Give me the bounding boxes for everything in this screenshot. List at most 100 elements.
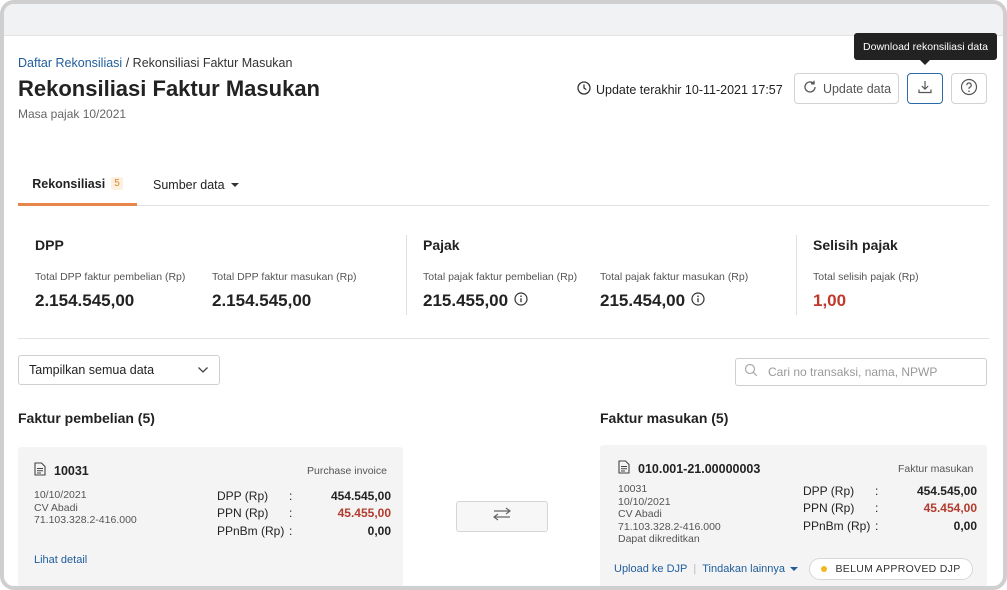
amount-label: PPnBm (Rp) (803, 518, 871, 533)
invoice-company: CV Abadi (34, 501, 78, 514)
upload-djp-link[interactable]: Upload ke DJP (614, 563, 687, 575)
invoice-company: CV Abadi (618, 508, 662, 521)
amount-colon: : (289, 506, 293, 521)
invoice-npwp: 71.103.328.2-416.000 (34, 514, 137, 527)
amount-value: 0,00 (367, 523, 391, 538)
last-update: Update terakhir 10-11-2021 17:57 (577, 81, 783, 98)
breadcrumb: Daftar Rekonsiliasi / Rekonsiliasi Faktu… (18, 56, 292, 70)
amount-colon: : (289, 488, 293, 503)
info-icon[interactable] (514, 291, 528, 311)
card-header: 10031 (34, 462, 89, 479)
amount-value: 454.545,00 (916, 483, 977, 498)
amount-row: DPP (Rp) : 454.545,00 (217, 487, 391, 505)
invoice-meta: 10/10/2021 CV Abadi 71.103.328.2-416.000 (34, 489, 137, 527)
summary-value-with-info: 215.455,00 (423, 291, 528, 311)
tab-label: Rekonsiliasi (32, 176, 106, 191)
tab-count-badge: 5 (111, 177, 123, 190)
update-data-button[interactable]: Update data (794, 73, 899, 104)
summary-label: Total DPP faktur pembelian (Rp) (35, 271, 186, 283)
clock-icon (577, 81, 591, 98)
card-actions: Upload ke DJP | Tindakan lainnya (614, 563, 798, 575)
help-icon (960, 78, 978, 99)
amount-label: PPnBm (Rp) (217, 523, 285, 538)
breadcrumb-separator: / (125, 56, 130, 70)
other-actions-label: Tindakan lainnya (702, 563, 785, 575)
credit-status: Dapat dikreditkan (618, 533, 700, 546)
amount-value: 0,00 (953, 518, 977, 533)
update-data-label: Update data (822, 81, 892, 96)
search-input[interactable] (768, 365, 978, 379)
invoice-amounts: DPP (Rp) : 454.545,00 PPN (Rp) : 45.454,… (803, 482, 977, 535)
download-button[interactable] (907, 73, 943, 104)
invoice-ref: 10031 (618, 483, 648, 495)
amount-row: DPP (Rp) : 454.545,00 (803, 482, 977, 500)
input-invoice-card[interactable]: 010.001-21.00000003 Faktur masukan 10031… (600, 445, 987, 586)
status-dot-icon (821, 566, 828, 572)
search-icon (744, 363, 758, 382)
amount-value: 45.454,00 (923, 501, 977, 516)
amount-colon: : (289, 523, 293, 538)
amount-colon: : (875, 518, 879, 533)
breadcrumb-link[interactable]: Daftar Rekonsiliasi (18, 56, 122, 70)
amount-label: DPP (Rp) (803, 483, 855, 498)
other-actions-dropdown[interactable]: Tindakan lainnya (702, 563, 798, 575)
purchase-invoice-card[interactable]: 10031 Purchase invoice 10/10/2021 CV Aba… (18, 447, 403, 586)
summary-label: Total selisih pajak (Rp) (813, 271, 919, 283)
amount-row: PPN (Rp) : 45.454,00 (803, 500, 977, 518)
summary-value: 2.154.545,00 (35, 291, 135, 310)
summary-title: Pajak (423, 237, 460, 253)
invoice-number: 010.001-21.00000003 (638, 461, 761, 476)
summary-panel: DPP Total DPP faktur pembelian (Rp) 2.15… (18, 229, 989, 339)
help-button[interactable] (951, 73, 987, 104)
invoice-date: 10/10/2021 (34, 489, 87, 501)
download-tooltip: Download rekonsiliasi data (854, 33, 997, 65)
summary-title: Selisih pajak (813, 237, 898, 253)
page-subtitle: Masa pajak 10/2021 (18, 107, 127, 121)
invoice-meta: 10031 10/10/2021 CV Abadi 71.103.328.2-4… (618, 483, 721, 546)
invoice-npwp: 71.103.328.2-416.000 (618, 520, 721, 533)
summary-dpp: DPP Total DPP faktur pembelian (Rp) 2.15… (18, 229, 398, 313)
view-detail-link[interactable]: Lihat detail (34, 554, 87, 566)
summary-selisih: Selisih pajak Total selisih pajak (Rp) 1… (796, 229, 996, 313)
document-icon (34, 462, 46, 479)
summary-value: 2.154.545,00 (212, 291, 312, 310)
amount-row: PPN (Rp) : 45.455,00 (217, 505, 391, 523)
chevron-down-icon (197, 363, 209, 377)
summary-value: 215.454,00 (600, 291, 686, 310)
summary-value: 1,00 (813, 291, 847, 310)
status-badge: BELUM APPROVED DJP (809, 558, 973, 580)
amount-value: 45.455,00 (337, 506, 391, 521)
amount-label: PPN (Rp) (803, 501, 855, 516)
breadcrumb-current: Rekonsiliasi Faktur Masukan (132, 56, 293, 70)
invoice-amounts: DPP (Rp) : 454.545,00 PPN (Rp) : 45.455,… (217, 487, 391, 540)
summary-label: Total pajak faktur pembelian (Rp) (423, 271, 578, 283)
search-box (735, 358, 987, 386)
amount-colon: : (875, 501, 879, 516)
faktur-pembelian-title: Faktur pembelian (5) (18, 410, 155, 426)
summary-value-with-info: 215.454,00 (600, 291, 705, 311)
amount-row: PPnBm (Rp) : 0,00 (217, 522, 391, 540)
summary-title: DPP (35, 237, 64, 253)
download-icon (917, 79, 933, 98)
tab-sumber-data[interactable]: Sumber data (153, 164, 239, 206)
last-update-text: Update terakhir 10-11-2021 17:57 (596, 82, 783, 97)
filter-value: Tampilkan semua data (29, 363, 155, 377)
tab-label: Sumber data (153, 178, 225, 192)
app-window: Daftar Rekonsiliasi / Rekonsiliasi Faktu… (0, 0, 1007, 590)
match-button[interactable] (456, 501, 548, 532)
card-header: 010.001-21.00000003 (618, 460, 760, 477)
tab-bar: Rekonsiliasi 5 Sumber data (18, 164, 989, 206)
invoice-type: Faktur masukan (898, 463, 974, 475)
tab-rekonsiliasi[interactable]: Rekonsiliasi 5 (18, 164, 137, 206)
amount-label: PPN (Rp) (217, 506, 269, 521)
chevron-down-icon (230, 183, 239, 187)
swap-arrows-icon (491, 507, 513, 526)
info-icon[interactable] (691, 291, 705, 311)
summary-value: 215.455,00 (423, 291, 509, 310)
amount-label: DPP (Rp) (217, 488, 269, 503)
invoice-date: 10/10/2021 (618, 495, 671, 508)
filter-dropdown[interactable]: Tampilkan semua data (18, 355, 220, 385)
page-title: Rekonsiliasi Faktur Masukan (18, 76, 320, 101)
refresh-icon (802, 79, 818, 98)
top-bar (4, 4, 1003, 36)
